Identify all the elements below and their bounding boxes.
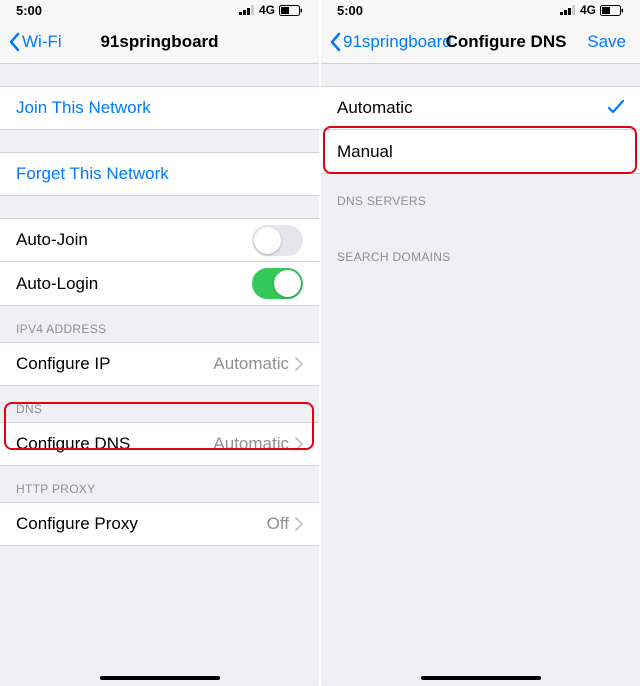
configure-proxy-value: Off [267,514,289,534]
home-indicator[interactable] [100,676,220,680]
forget-network-button[interactable]: Forget This Network [0,152,319,196]
option-automatic-label: Automatic [337,98,413,118]
configure-ip-row[interactable]: Configure IP Automatic [0,342,319,386]
chevron-right-icon [295,437,303,451]
status-bar: 5:00 4G [321,0,640,20]
autojoin-toggle[interactable] [252,225,303,256]
navigation-bar: Wi-Fi 91springboard [0,20,319,64]
chevron-right-icon [295,357,303,371]
network-label: 4G [580,3,596,17]
status-bar: 5:00 4G [0,0,319,20]
page-title: Configure DNS [446,32,567,52]
chevron-right-icon [295,517,303,531]
network-label: 4G [259,3,275,17]
configure-proxy-row[interactable]: Configure Proxy Off [0,502,319,546]
chevron-left-icon [8,32,20,52]
configure-ip-label: Configure IP [16,354,111,374]
chevron-left-icon [329,32,341,52]
autologin-label: Auto-Login [16,274,98,294]
join-network-button[interactable]: Join This Network [0,86,319,130]
battery-icon [600,5,624,16]
phone-left: 5:00 4G Wi-Fi 91springboard Join This Ne… [0,0,319,686]
ipv4-header: IPV4 ADDRESS [0,306,319,342]
status-right: 4G [239,3,303,17]
navigation-bar: 91springboard Configure DNS Save [321,20,640,64]
dns-header: DNS [0,386,319,422]
autojoin-label: Auto-Join [16,230,88,250]
forget-label: Forget This Network [16,164,169,184]
option-automatic[interactable]: Automatic [321,86,640,130]
option-manual-label: Manual [337,142,393,162]
signal-icon [239,5,255,15]
phone-right: 5:00 4G 91springboard Configure DNS Save… [321,0,640,686]
proxy-header: HTTP PROXY [0,466,319,502]
home-indicator[interactable] [421,676,541,680]
status-right: 4G [560,3,624,17]
option-manual[interactable]: Manual [321,130,640,174]
page-title: 91springboard [100,32,218,52]
search-domains-header: SEARCH DOMAINS [321,230,640,272]
autologin-toggle[interactable] [252,268,303,299]
checkmark-icon [608,98,624,119]
signal-icon [560,5,576,15]
configure-dns-row[interactable]: Configure DNS Automatic [0,422,319,466]
back-label: 91springboard [343,32,452,52]
battery-icon [279,5,303,16]
configure-dns-value: Automatic [213,434,289,454]
status-time: 5:00 [337,3,363,18]
configure-proxy-label: Configure Proxy [16,514,138,534]
configure-dns-label: Configure DNS [16,434,130,454]
autojoin-row: Auto-Join [0,218,319,262]
status-time: 5:00 [16,3,42,18]
dns-servers-header: DNS SERVERS [321,174,640,216]
join-label: Join This Network [16,98,151,118]
autologin-row: Auto-Login [0,262,319,306]
back-button[interactable]: 91springboard [329,32,452,52]
back-label: Wi-Fi [22,32,62,52]
back-button[interactable]: Wi-Fi [8,32,62,52]
save-button[interactable]: Save [587,32,632,52]
configure-ip-value: Automatic [213,354,289,374]
